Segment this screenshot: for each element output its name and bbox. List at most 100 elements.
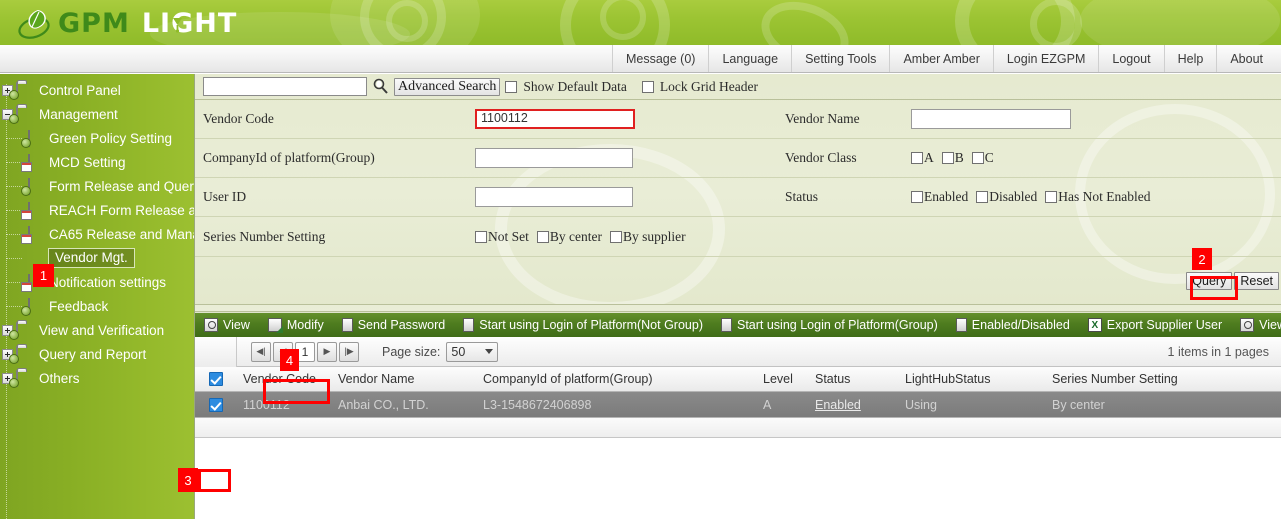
table-row[interactable]: 1100112 Anbai CO., LTD. L3-1548672406898…: [195, 392, 1281, 418]
sidebar-item-form-release-and-query[interactable]: Form Release and Query: [0, 174, 194, 198]
vendor-class-b-label: B: [954, 150, 964, 165]
toolbar-export-supplier-user[interactable]: X Export Supplier User: [1079, 315, 1231, 336]
annotation-marker-2: 2: [1192, 248, 1212, 270]
column-header-level[interactable]: Level: [757, 372, 809, 386]
toolbar-start-login-group[interactable]: Start using Login of Platform(Group): [712, 315, 947, 336]
series-not-set-checkbox[interactable]: [475, 230, 487, 243]
nav-user[interactable]: Amber Amber: [889, 45, 992, 72]
vendor-class-c-checkbox[interactable]: [971, 152, 984, 164]
sidebar-item-label: Management: [39, 106, 118, 122]
show-default-data-checkbox[interactable]: [505, 80, 518, 93]
user-id-label: User ID: [203, 189, 247, 204]
vendor-code-input[interactable]: 1100112: [475, 109, 635, 129]
lock-grid-header-checkbox[interactable]: [641, 80, 654, 93]
toolbar-view[interactable]: View: [195, 315, 259, 336]
page-size-select[interactable]: 50: [446, 341, 499, 362]
toolbar-send-password[interactable]: Send Password: [333, 315, 455, 336]
row-checkbox[interactable]: [195, 397, 237, 412]
form-row-user: User ID Status Enabled Disabled Has Not …: [195, 178, 1281, 217]
sidebar-navigation-tree: Control Panel Management Green Policy Se…: [0, 74, 194, 519]
vendor-class-a-checkbox[interactable]: [911, 152, 923, 164]
sidebar-item-management[interactable]: Management: [0, 102, 194, 126]
cell-vendor-name: Anbai CO., LTD.: [338, 397, 429, 412]
cell-status: Enabled: [809, 398, 899, 412]
series-by-supplier-checkbox[interactable]: [610, 230, 622, 243]
nav-about[interactable]: About: [1216, 45, 1281, 72]
nav-setting-tools[interactable]: Setting Tools: [791, 45, 889, 72]
toolbar-modify[interactable]: Modify: [259, 315, 333, 336]
tree-connector-stub: [6, 306, 22, 307]
sidebar-item-feedback[interactable]: Feedback: [0, 294, 194, 318]
user-id-input[interactable]: [475, 187, 633, 207]
toolbar-start-login-not-group[interactable]: Start using Login of Platform(Not Group): [454, 315, 712, 336]
toolbar-item-label: Send Password: [357, 318, 446, 332]
company-id-input[interactable]: [475, 148, 633, 168]
sidebar-item-vendor-mgt[interactable]: Vendor Mgt.: [0, 246, 194, 270]
app-header-banner: GPM LIGHT: [0, 0, 1281, 45]
pager-spacer: [195, 336, 237, 367]
nav-help[interactable]: Help: [1163, 45, 1217, 72]
page-size-value: 50: [451, 344, 466, 359]
advanced-search-button[interactable]: Advanced Search: [394, 77, 501, 96]
sidebar-item-reach-form-release[interactable]: REACH Form Release and: [0, 198, 194, 222]
column-header-company-id[interactable]: CompanyId of platform(Group): [477, 372, 757, 386]
last-page-icon[interactable]: |▶: [339, 341, 359, 362]
bulb-icon: [172, 9, 183, 40]
sidebar-item-label: Control Panel: [39, 82, 121, 98]
nav-language[interactable]: Language: [708, 45, 791, 72]
nav-logout[interactable]: Logout: [1098, 45, 1163, 72]
sidebar-item-notification-settings[interactable]: Notification settings: [0, 270, 194, 294]
tree-connector-stub: [6, 234, 22, 235]
toolbar-view-platform[interactable]: View Platfor: [1231, 315, 1281, 336]
first-page-icon[interactable]: ◀|: [251, 341, 271, 362]
column-header-vendor-code[interactable]: Vendor Code: [237, 372, 332, 386]
reset-button[interactable]: Reset: [1234, 271, 1279, 290]
sidebar-item-others[interactable]: Others: [0, 366, 194, 390]
vendor-class-a-label: A: [924, 150, 934, 165]
page-icon: [720, 318, 732, 332]
sidebar-item-control-panel[interactable]: Control Panel: [0, 78, 194, 102]
banner-decor-swirl: [752, 0, 858, 45]
toolbar-enabled-disabled[interactable]: Enabled/Disabled: [947, 315, 1079, 336]
nav-login-ezgpm[interactable]: Login EZGPM: [992, 45, 1099, 72]
column-header-vendor-name[interactable]: Vendor Name: [332, 372, 477, 386]
vendor-name-input[interactable]: [911, 109, 1071, 129]
series-by-center-checkbox[interactable]: [536, 230, 549, 243]
tree-connector-stub: [6, 210, 22, 211]
status-has-not-enabled-checkbox[interactable]: [1045, 191, 1058, 203]
nav-message[interactable]: Message (0): [611, 45, 708, 72]
sidebar-item-ca65-release[interactable]: CA65 Release and Manag: [0, 222, 194, 246]
sidebar-item-query-and-report[interactable]: Query and Report: [0, 342, 194, 366]
status-enabled-checkbox[interactable]: [911, 191, 923, 203]
cell-vendor-code: 1100112: [243, 397, 290, 412]
folder-icon: [16, 370, 34, 387]
folder-icon: [16, 106, 34, 123]
annotation-marker-1: 1: [33, 264, 54, 287]
column-header-status[interactable]: Status: [809, 372, 899, 386]
series-by-center-label: By center: [549, 228, 602, 244]
status-link[interactable]: Enabled: [815, 398, 861, 412]
search-icon[interactable]: [372, 78, 389, 95]
series-not-set-label: Not Set: [488, 228, 529, 244]
sidebar-item-label: Notification settings: [49, 274, 167, 290]
cell-level: A: [763, 397, 772, 412]
status-disabled-checkbox[interactable]: [976, 191, 989, 203]
select-all-checkbox[interactable]: [195, 372, 237, 386]
vendor-class-label: Vendor Class: [785, 150, 857, 165]
vendor-class-b-checkbox[interactable]: [941, 152, 954, 164]
magnifier-icon: [1240, 318, 1255, 332]
form-row-series-number: Series Number Setting Not Set By center …: [195, 217, 1281, 257]
leaf-logo-icon: [18, 6, 54, 40]
sidebar-item-label: View and Verification: [39, 322, 165, 338]
next-page-icon[interactable]: ▶: [317, 341, 337, 362]
column-header-series-number[interactable]: Series Number Setting: [1046, 372, 1226, 386]
query-button[interactable]: Query: [1186, 271, 1233, 290]
sidebar-item-mcd-setting[interactable]: MCD Setting: [0, 150, 194, 174]
search-input[interactable]: [203, 77, 367, 96]
sidebar-item-view-and-verification[interactable]: View and Verification: [0, 318, 194, 342]
sidebar-item-green-policy-setting[interactable]: Green Policy Setting: [0, 126, 194, 150]
sidebar-item-label: Others: [39, 370, 80, 386]
app-logo[interactable]: GPM LIGHT: [18, 5, 237, 41]
sidebar-item-label: CA65 Release and Manag: [49, 226, 194, 242]
column-header-lighthubstatus[interactable]: LightHubStatus: [899, 372, 1046, 386]
